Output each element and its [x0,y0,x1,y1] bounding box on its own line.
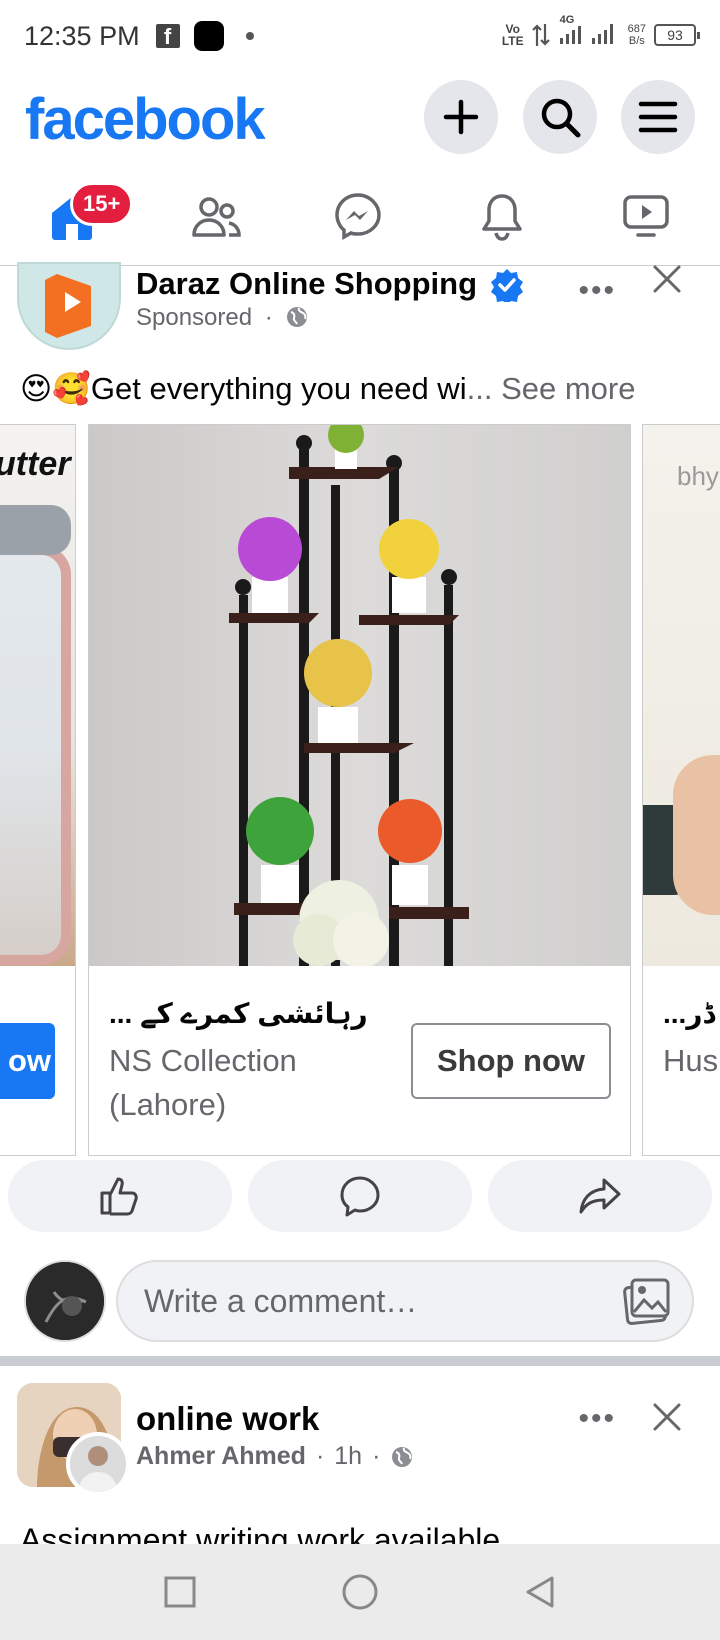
bell-icon [482,194,522,241]
system-navigation-bar [0,1544,720,1640]
circle-icon [342,1574,378,1610]
recents-button[interactable] [160,1572,200,1612]
group-name[interactable]: online work [136,1400,319,1438]
post-text: 😍🥰Get everything you need wi... See more [20,371,636,406]
status-time: 12:35 PM [24,20,140,51]
data-arrows-icon [531,23,550,46]
triangle-back-icon [526,1576,554,1608]
card-title-next: ...ڈر [663,998,715,1029]
volte-icon: Vo LTE [501,21,524,48]
photo-attach-icon[interactable] [620,1276,672,1326]
signal-icon: 4G [558,14,620,51]
nav-tabs: 15+ [0,170,720,266]
video-icon [623,195,669,237]
battery-icon: 93 [654,23,700,46]
post-2: online work Ahmer Ahmed · 1h · ••• Assig… [0,1366,720,1546]
tab-notifications[interactable] [472,186,532,246]
page-name[interactable]: Daraz Online Shopping [136,266,477,302]
post-meta: Ahmer Ahmed · 1h · [136,1442,414,1471]
card-image: utter [0,425,75,966]
facebook-logo[interactable]: facebook [25,86,266,153]
app-notification-icon [193,21,224,51]
post-time[interactable]: 1h [334,1442,362,1471]
status-indicators: Vo LTE 4G 687 B/s 93 [501,14,700,51]
menu-button[interactable] [621,80,695,154]
hide-post-button[interactable] [650,262,684,301]
post-options-button[interactable]: ••• [578,1402,616,1436]
verified-badge-icon [491,269,523,302]
feed-divider [0,1356,720,1366]
comment-button[interactable] [248,1160,472,1232]
card-subtitle: NS Collection (Lahore) [109,1043,297,1122]
tab-messenger[interactable] [328,186,388,246]
author-avatar[interactable] [66,1432,130,1496]
messenger-icon [335,193,381,241]
network-speed: 687 B/s [627,22,646,47]
post-text: Assignment writing work available [20,1522,501,1546]
create-button[interactable] [424,80,498,154]
share-button[interactable] [488,1160,712,1232]
globe-icon [392,1446,413,1467]
ad-carousel[interactable]: utter ow رہائشی کمرے کے ... NS Collectio… [0,424,720,1156]
post-header: Daraz Online Shopping Sponsored · ••• [0,262,720,352]
close-icon [653,265,681,293]
post-actions [0,1158,720,1234]
author-avatar-photo [70,1436,126,1492]
friends-icon [192,197,241,237]
hamburger-icon [638,101,678,133]
comment-composer: Write a comment… [0,1260,720,1344]
shop-now-button[interactable]: Shop now [411,1023,611,1099]
carousel-card-previous[interactable]: utter ow [0,424,76,1156]
comment-input[interactable]: Write a comment… [116,1260,694,1342]
like-button[interactable] [8,1160,232,1232]
search-icon [541,98,581,138]
app-header: facebook [0,72,720,162]
my-avatar-photo [26,1262,104,1340]
close-icon [653,1403,681,1431]
back-button[interactable] [520,1572,560,1612]
my-avatar[interactable] [24,1260,106,1342]
author-name[interactable]: Ahmer Ahmed [136,1442,306,1471]
page-avatar[interactable] [17,262,121,350]
sponsored-label: Sponsored · [136,304,309,332]
see-more-link[interactable]: See more [501,371,635,406]
share-icon [579,1178,621,1214]
shop-now-button-previous[interactable]: ow [0,1023,55,1099]
daraz-logo-icon [45,274,91,338]
carousel-card-next[interactable]: bhy ...ڈر Hus [642,424,720,1156]
carousel-card-main[interactable]: رہائشی کمرے کے ... NS Collection (Lahore… [88,424,631,1156]
more-notifications-dot-icon [245,32,254,40]
home-button[interactable] [340,1572,380,1612]
home-notification-badge: 15+ [70,182,134,226]
corner-shelf-photo [89,425,630,966]
facebook-notification-icon: f [155,24,180,49]
card-image: bhy [643,425,720,966]
card-title: رہائشی کمرے کے ... [109,998,368,1029]
square-icon [164,1576,196,1608]
comment-icon [340,1176,380,1217]
plus-icon [443,99,479,135]
search-button[interactable] [523,80,597,154]
status-bar: 12:35 PM f Vo LTE 4G 687 B/s 93 [0,0,720,72]
tab-video[interactable] [616,186,676,246]
hide-post-button[interactable] [650,1400,684,1439]
card-subtitle-next: Hus [663,1043,719,1078]
post-options-button[interactable]: ••• [578,274,616,308]
card-image [89,425,630,966]
tab-friends[interactable] [186,188,246,248]
like-icon [100,1177,138,1216]
globe-icon [287,307,308,327]
emoji-text: 😍🥰 [20,371,91,406]
